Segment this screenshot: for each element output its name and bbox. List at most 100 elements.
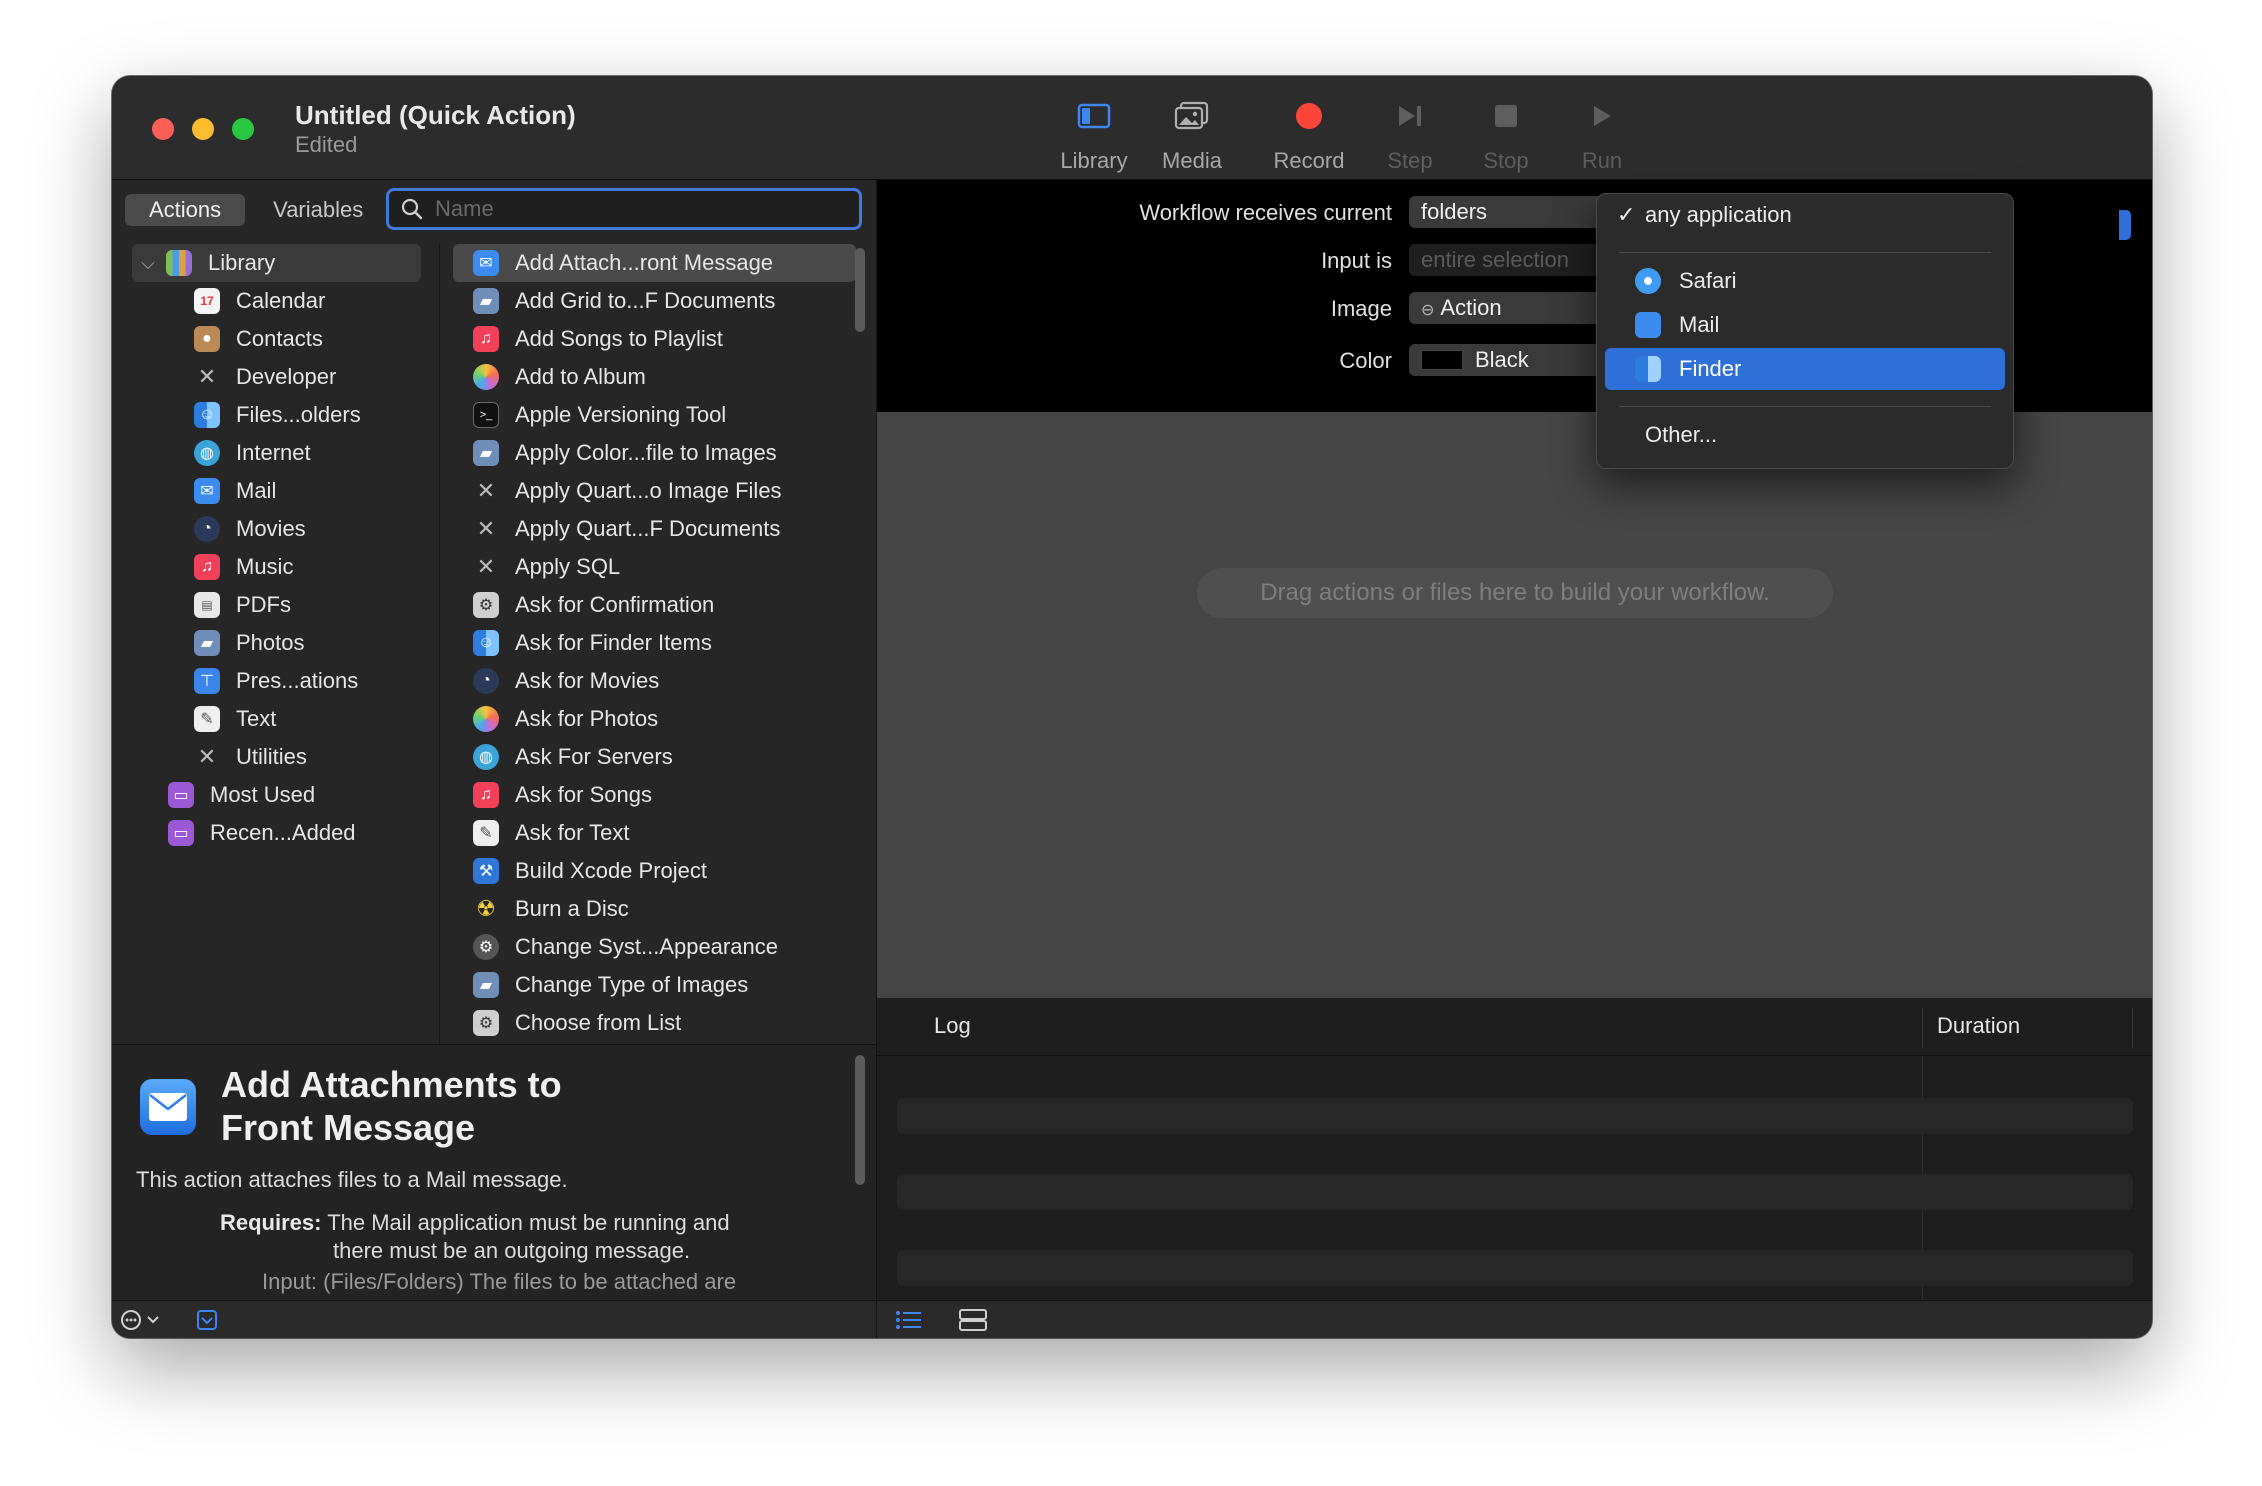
terminal-icon: >_ xyxy=(473,402,499,428)
library-item-utilities[interactable]: ✕ Utilities xyxy=(112,738,439,776)
close-button[interactable] xyxy=(152,118,174,140)
media-button[interactable]: Media xyxy=(1142,96,1242,174)
library-item-pdfs[interactable]: ▤ PDFs xyxy=(112,586,439,624)
text-icon: ✎ xyxy=(194,706,220,732)
zoom-button[interactable] xyxy=(232,118,254,140)
library-item-movies[interactable]: ◔ Movies xyxy=(112,510,439,548)
stop-icon xyxy=(1495,105,1517,127)
tools-icon: ✕ xyxy=(476,478,496,503)
list-item[interactable]: Ask for Photos xyxy=(453,700,856,738)
media-icon xyxy=(1174,101,1209,130)
list-item[interactable]: ◔ Ask for Movies xyxy=(453,662,856,700)
duration-column-header[interactable]: Duration xyxy=(1937,1013,2020,1039)
quicktime-icon: ◔ xyxy=(473,668,499,694)
library-item-photos[interactable]: ▰ Photos xyxy=(112,624,439,662)
run-icon xyxy=(1594,106,1611,126)
menu-item-other[interactable]: Other... xyxy=(1605,414,2005,456)
actions-scrollbar[interactable] xyxy=(855,248,865,332)
menu-item-any-application[interactable]: ✓ any application xyxy=(1605,194,2005,236)
application-dropdown-menu: ✓ any application Safari Mail Finder Othe… xyxy=(1596,193,2014,469)
table-row xyxy=(897,1098,2133,1134)
action-menu-icon[interactable] xyxy=(120,1309,166,1331)
library-root[interactable]: ⌵ Library xyxy=(132,244,421,282)
list-item[interactable]: ♫ Add Songs to Playlist xyxy=(453,320,856,358)
title-bar: Untitled (Quick Action) Edited Library M… xyxy=(112,76,2152,180)
finder-icon: ☺ xyxy=(194,402,220,428)
table-row xyxy=(897,1250,2133,1286)
search-field[interactable] xyxy=(386,188,862,230)
list-item[interactable]: ✕ Apply SQL xyxy=(453,548,856,586)
library-item-presentations[interactable]: ⊤ Pres...ations xyxy=(112,662,439,700)
list-item[interactable]: ✉ Add Attach...ront Message xyxy=(453,244,856,282)
list-item[interactable]: ♫ Ask for Songs xyxy=(453,776,856,814)
library-item-contacts[interactable]: ● Contacts xyxy=(112,320,439,358)
description-toggle-icon[interactable] xyxy=(197,1310,217,1330)
library-item-files-folders[interactable]: ☺ Files...olders xyxy=(112,396,439,434)
list-item[interactable]: Add to Album xyxy=(453,358,856,396)
run-button[interactable]: Run xyxy=(1552,96,1652,174)
color-swatch xyxy=(1421,349,1463,370)
list-item[interactable]: ✎ Ask for Text xyxy=(453,814,856,852)
burn-icon: ☢ xyxy=(476,896,496,921)
list-item[interactable]: ☺ Ask for Finder Items xyxy=(453,624,856,662)
minimize-button[interactable] xyxy=(192,118,214,140)
description-text: This action attaches files to a Mail mes… xyxy=(136,1167,568,1192)
library-button[interactable]: Library xyxy=(1044,96,1144,174)
list-item[interactable]: ▰ Add Grid to...F Documents xyxy=(453,282,856,320)
library-item-text[interactable]: ✎ Text xyxy=(112,700,439,738)
log-header: Log Duration xyxy=(877,998,2152,1056)
mail-icon xyxy=(1635,312,1661,338)
tools-icon: ✕ xyxy=(197,744,217,769)
mail-icon: ✉ xyxy=(194,478,220,504)
list-item[interactable]: ⚙ Choose from List xyxy=(453,1004,856,1042)
record-button[interactable]: Record xyxy=(1259,96,1359,174)
action-description: Add Attachments to Front Message This ac… xyxy=(112,1044,876,1300)
library-item-mail[interactable]: ✉ Mail xyxy=(112,472,439,510)
smart-folder-icon: ▭ xyxy=(168,820,194,846)
stop-button[interactable]: Stop xyxy=(1456,96,1556,174)
checkmark-icon: ✓ xyxy=(1617,202,1636,227)
library-books-icon xyxy=(166,250,192,276)
list-item[interactable]: ◍ Ask For Servers xyxy=(453,738,856,776)
library-group-recently-added[interactable]: ▭ Recen...Added xyxy=(112,814,439,852)
description-scrollbar[interactable] xyxy=(855,1055,865,1185)
list-item[interactable]: ⚒ Build Xcode Project xyxy=(453,852,856,890)
menu-item-safari[interactable]: Safari xyxy=(1605,260,2005,302)
library-item-music[interactable]: ♫ Music xyxy=(112,548,439,586)
log-column-header[interactable]: Log xyxy=(934,1013,971,1039)
list-item[interactable]: ✕ Apply Quart...o Image Files xyxy=(453,472,856,510)
calendar-icon: 17 xyxy=(194,288,220,314)
tab-actions[interactable]: Actions xyxy=(125,194,246,226)
system-prefs-icon: ⚙ xyxy=(473,934,499,960)
list-item[interactable]: ▰ Change Type of Images xyxy=(453,966,856,1004)
chevron-down-icon[interactable]: ⌵ xyxy=(138,253,158,274)
menu-item-mail[interactable]: Mail xyxy=(1605,304,2005,346)
preview-icon: ▰ xyxy=(473,288,499,314)
list-item[interactable]: ✕ Apply Quart...F Documents xyxy=(453,510,856,548)
receives-label: Workflow receives current xyxy=(1139,200,1392,225)
automator-icon: ⚙ xyxy=(473,1010,499,1036)
music-icon: ♫ xyxy=(473,782,499,808)
workflow-area[interactable]: Drag actions or files here to build your… xyxy=(876,412,2152,998)
list-item[interactable]: ▰ Apply Color...file to Images xyxy=(453,434,856,472)
split-view-icon[interactable] xyxy=(959,1309,987,1331)
gear-icon: ⊖ xyxy=(1421,302,1435,319)
library-list: ⌵ Library 17 Calendar ● Contacts ✕ Develope… xyxy=(112,244,440,1044)
list-item[interactable]: >_ Apple Versioning Tool xyxy=(453,396,856,434)
app-popup-edge[interactable] xyxy=(2119,210,2131,240)
library-group-most-used[interactable]: ▭ Most Used xyxy=(112,776,439,814)
finder-icon: ☺ xyxy=(473,630,499,656)
library-item-calendar[interactable]: 17 Calendar xyxy=(112,282,439,320)
preview-icon: ▰ xyxy=(473,972,499,998)
list-item[interactable]: ⚙ Ask for Confirmation xyxy=(453,586,856,624)
step-button[interactable]: Step xyxy=(1360,96,1460,174)
library-item-developer[interactable]: ✕ Developer xyxy=(112,358,439,396)
list-view-icon[interactable] xyxy=(895,1310,923,1330)
globe-icon: ◍ xyxy=(473,744,499,770)
list-item[interactable]: ⚙ Change Syst...Appearance xyxy=(453,928,856,966)
list-item[interactable]: ☢ Burn a Disc xyxy=(453,890,856,928)
tab-variables[interactable]: Variables xyxy=(249,194,387,226)
library-item-internet[interactable]: ◍ Internet xyxy=(112,434,439,472)
search-input[interactable] xyxy=(435,196,835,222)
menu-item-finder[interactable]: Finder xyxy=(1605,348,2005,390)
